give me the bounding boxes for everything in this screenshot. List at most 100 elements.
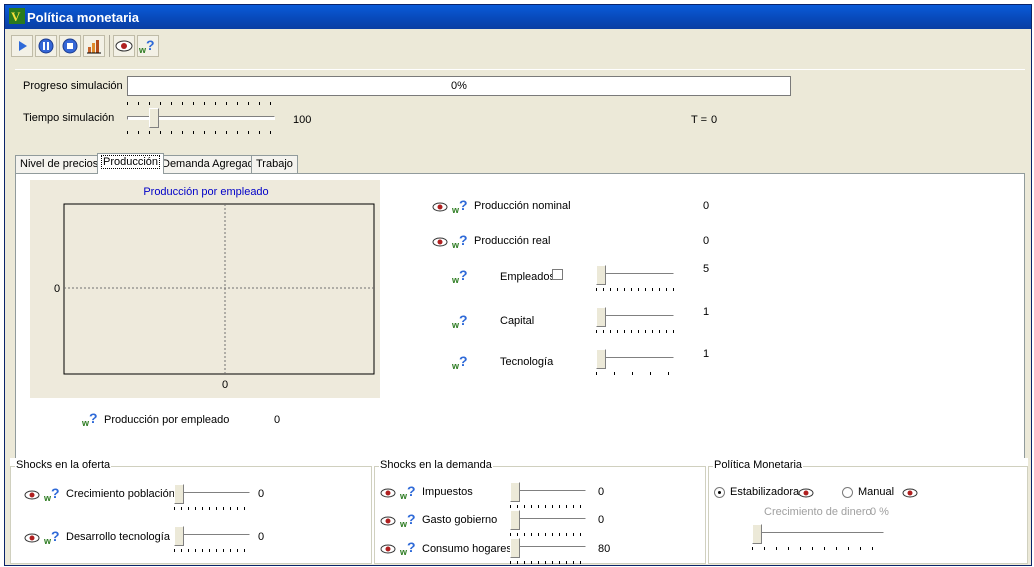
- taxes-label: Impuestos: [422, 486, 473, 498]
- eye-icon[interactable]: [380, 487, 396, 499]
- tech-dev-slider[interactable]: [174, 524, 250, 552]
- stop-button[interactable]: [59, 35, 81, 57]
- tech-dev-label: Desarrollo tecnología: [66, 531, 170, 543]
- employees-value: 5: [703, 263, 710, 275]
- eye-icon[interactable]: [432, 201, 448, 213]
- tab-nivel-precios[interactable]: Nivel de precios: [15, 155, 104, 173]
- employees-checkbox[interactable]: [552, 269, 563, 280]
- help-icon[interactable]: w?: [400, 540, 420, 556]
- svg-text:?: ?: [459, 233, 468, 248]
- time-slider[interactable]: [127, 102, 275, 134]
- time-label: Tiempo simulación: [23, 112, 115, 124]
- capital-value: 1: [703, 306, 710, 318]
- svg-text:?: ?: [407, 540, 416, 555]
- slider-thumb[interactable]: [510, 510, 520, 530]
- tab-demanda-agregada[interactable]: Demanda Agregada: [157, 155, 265, 173]
- technology-slider[interactable]: [596, 347, 674, 375]
- chart-title: Producción por empleado: [143, 186, 268, 198]
- chart-plot-frame: [63, 203, 375, 375]
- tab-produccion[interactable]: Producción: [97, 153, 165, 174]
- eye-icon[interactable]: [24, 532, 40, 544]
- help-icon: w?: [139, 37, 155, 55]
- svg-text:?: ?: [407, 512, 416, 527]
- svg-text:?: ?: [459, 313, 468, 328]
- slider-track: [510, 490, 586, 494]
- slider-thumb[interactable]: [596, 349, 606, 369]
- slider-track: [752, 532, 884, 536]
- svg-text:V: V: [11, 9, 21, 24]
- consumption-value: 80: [598, 543, 611, 555]
- money-growth-slider[interactable]: [752, 522, 884, 550]
- population-value: 0: [258, 488, 265, 500]
- slider-thumb[interactable]: [596, 265, 606, 285]
- slider-ticks: [596, 288, 674, 291]
- help-button[interactable]: w?: [137, 35, 159, 57]
- tab-trabajo[interactable]: Trabajo: [251, 155, 298, 173]
- slider-thumb[interactable]: [149, 108, 159, 128]
- play-icon: [19, 41, 27, 51]
- tab-label: Nivel de precios: [20, 158, 99, 170]
- help-icon[interactable]: w?: [452, 313, 472, 329]
- view-button[interactable]: [113, 35, 135, 57]
- pause-button[interactable]: [35, 35, 57, 57]
- nominal-value: 0: [703, 200, 710, 212]
- help-icon[interactable]: w?: [452, 354, 472, 370]
- eye-icon[interactable]: [798, 487, 814, 499]
- help-icon[interactable]: w?: [82, 411, 102, 427]
- monetary-policy-title: Política Monetaria: [713, 459, 804, 471]
- taxes-slider[interactable]: [510, 480, 586, 508]
- slider-track: [510, 546, 586, 550]
- t-label: T =: [691, 114, 708, 126]
- slider-track: [174, 492, 250, 496]
- svg-text:?: ?: [459, 268, 468, 283]
- slider-thumb[interactable]: [174, 484, 184, 504]
- consumption-slider[interactable]: [510, 536, 586, 564]
- slider-thumb[interactable]: [174, 526, 184, 546]
- svg-text:?: ?: [407, 484, 416, 499]
- svg-text:?: ?: [459, 354, 468, 369]
- manual-radio[interactable]: [842, 487, 853, 498]
- slider-thumb[interactable]: [596, 307, 606, 327]
- eye-icon[interactable]: [902, 487, 918, 499]
- help-icon[interactable]: w?: [452, 198, 472, 214]
- help-icon[interactable]: w?: [400, 512, 420, 528]
- consumption-label: Consumo hogares: [422, 543, 512, 555]
- slider-thumb[interactable]: [752, 524, 762, 544]
- slider-thumb[interactable]: [510, 482, 520, 502]
- svg-text:?: ?: [146, 37, 155, 53]
- help-icon[interactable]: w?: [400, 484, 420, 500]
- svg-text:?: ?: [51, 486, 60, 501]
- app-logo-icon: V: [9, 8, 25, 24]
- slider-track: [510, 518, 586, 522]
- stabilizing-radio[interactable]: [714, 487, 725, 498]
- chart-button[interactable]: [83, 35, 105, 57]
- gov-spending-label: Gasto gobierno: [422, 514, 498, 526]
- slider-ticks: [174, 549, 250, 552]
- title-bar: V Política monetaria: [5, 5, 1031, 29]
- capital-slider[interactable]: [596, 305, 674, 333]
- eye-icon[interactable]: [380, 543, 396, 555]
- help-icon[interactable]: w?: [452, 233, 472, 249]
- employees-slider[interactable]: [596, 263, 674, 291]
- population-slider[interactable]: [174, 482, 250, 510]
- progress-value: 0%: [451, 80, 467, 92]
- technology-label: Tecnología: [500, 356, 554, 368]
- tab-label: Demanda Agregada: [162, 158, 260, 170]
- toolbar-separator: [109, 35, 110, 57]
- eye-icon[interactable]: [380, 515, 396, 527]
- time-value: 100: [293, 114, 312, 126]
- help-icon[interactable]: w?: [44, 486, 64, 502]
- technology-value: 1: [703, 348, 710, 360]
- stabilizing-label: Estabilizadora: [730, 486, 800, 498]
- svg-text:?: ?: [51, 529, 60, 544]
- eye-icon[interactable]: [432, 236, 448, 248]
- nominal-label: Producción nominal: [474, 200, 571, 212]
- slider-thumb[interactable]: [510, 538, 520, 558]
- help-icon[interactable]: w?: [452, 268, 472, 284]
- chart-x-tick: 0: [222, 379, 228, 391]
- eye-icon[interactable]: [24, 489, 40, 501]
- help-icon[interactable]: w?: [44, 529, 64, 545]
- gov-spending-slider[interactable]: [510, 508, 586, 536]
- supply-shocks-title: Shocks en la oferta: [15, 459, 112, 471]
- play-button[interactable]: [11, 35, 33, 57]
